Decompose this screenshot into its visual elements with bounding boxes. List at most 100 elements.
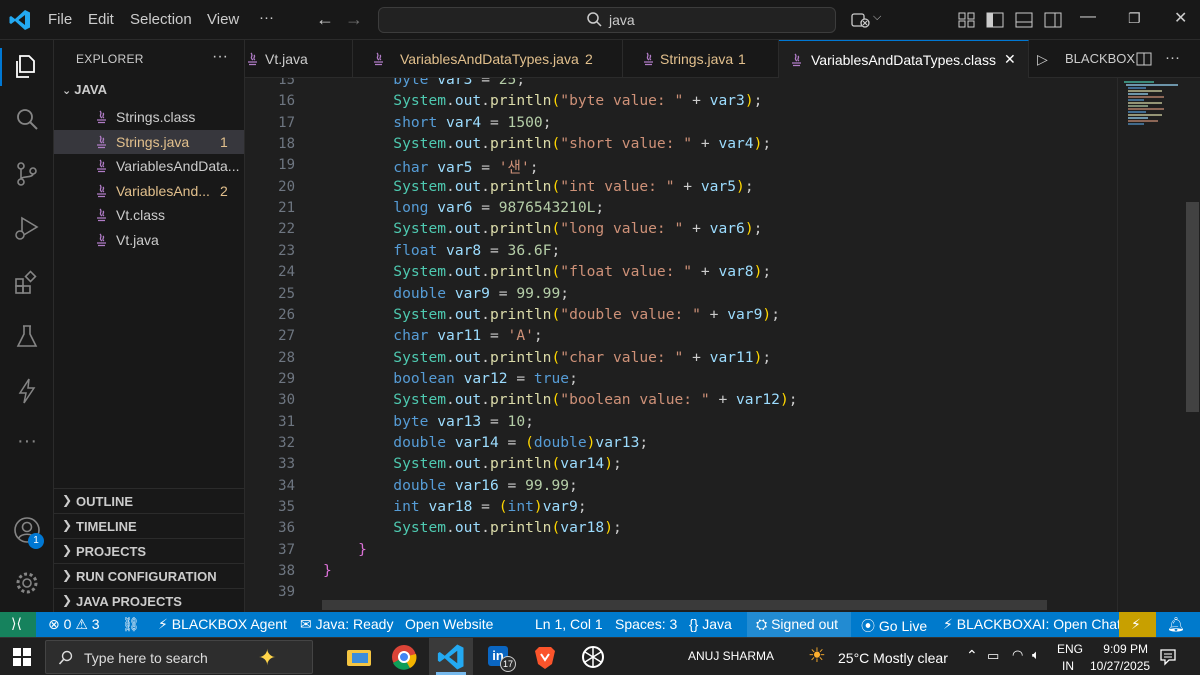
code-line[interactable]: System.out.println("short value: " + var…: [323, 135, 771, 152]
back-arrow-icon[interactable]: ←: [316, 9, 334, 30]
code-line[interactable]: double var14 = (double)var13;: [323, 434, 648, 451]
code-line[interactable]: System.out.println("boolean value: " + v…: [323, 391, 797, 408]
toggle-secondary-sidebar-icon[interactable]: [1043, 10, 1063, 30]
section-java-projects[interactable]: ❯ JAVA PROJECTS: [54, 588, 244, 612]
explorer-file-item[interactable]: Vt.class: [54, 203, 244, 227]
tab-close-icon[interactable]: ✕: [1004, 51, 1016, 68]
blackbox-chat-button[interactable]: ⚡ BLACKBOXAI: Open Chat: [943, 616, 1121, 633]
tab-strings-java[interactable]: Strings.java 1: [623, 40, 779, 78]
signed-out-status[interactable]: ⛭ Signed out: [756, 616, 838, 633]
code-line[interactable]: byte var3 = 25;: [323, 78, 525, 88]
code-line[interactable]: long var6 = 9876543210L;: [323, 199, 604, 216]
minimize-icon[interactable]: —: [1080, 8, 1096, 26]
source-control-icon[interactable]: [12, 159, 42, 189]
volume-icon[interactable]: 🔈︎: [1032, 647, 1040, 663]
indentation-status[interactable]: Spaces: 3: [615, 616, 677, 632]
command-center-search[interactable]: java: [378, 7, 836, 33]
code-line[interactable]: System.out.println(var14);: [323, 455, 622, 472]
menu-selection[interactable]: Selection: [130, 11, 192, 28]
code-line[interactable]: double var16 = 99.99;: [323, 477, 578, 494]
chrome-app-icon[interactable]: [389, 642, 419, 672]
chatgpt-app-icon[interactable]: [578, 642, 608, 672]
chevron-up-icon[interactable]: ⌃: [966, 647, 978, 664]
explorer-file-item[interactable]: Vt.java: [54, 228, 244, 252]
testing-flask-icon[interactable]: [12, 322, 42, 352]
code-line[interactable]: System.out.println("char value: " + var1…: [323, 349, 771, 366]
menu-more[interactable]: ···: [259, 9, 274, 26]
taskbar-user-name[interactable]: ANUJ SHARMA: [688, 649, 774, 663]
no-bolt-indicator[interactable]: ⚡: [1119, 612, 1156, 637]
run-play-icon[interactable]: ▷: [1037, 51, 1048, 68]
toggle-primary-sidebar-icon[interactable]: [985, 10, 1005, 30]
menu-view[interactable]: View: [207, 11, 239, 28]
clock[interactable]: 9:09 PM 10/27/2025: [1090, 642, 1150, 673]
notifications-bell-icon[interactable]: 🔔︎: [1167, 616, 1185, 633]
chevron-down-icon[interactable]: ⌵: [873, 11, 881, 24]
cursor-position[interactable]: Ln 1, Col 1: [535, 616, 603, 632]
go-live-button[interactable]: ⦿ Go Live: [861, 616, 927, 636]
taskbar-search[interactable]: Type here to search ✦: [45, 640, 313, 674]
customize-layout-icon[interactable]: [957, 10, 977, 30]
windows-start-icon[interactable]: [13, 648, 31, 666]
folder-java[interactable]: ⌄ JAVA: [62, 82, 107, 97]
code-line[interactable]: System.out.println("byte value: " + var3…: [323, 92, 762, 109]
more-views-icon[interactable]: ···: [12, 430, 42, 460]
code-line[interactable]: char var5 = '샌';: [323, 156, 538, 177]
problems-status[interactable]: ⊗ 0 ⚠ 3: [48, 616, 100, 633]
explorer-more-icon[interactable]: ···: [212, 48, 228, 66]
weather-text[interactable]: 25°C Mostly clear: [838, 650, 948, 666]
blackbox-bolt-icon[interactable]: [12, 376, 42, 406]
vertical-scrollbar-thumb[interactable]: [1186, 202, 1199, 412]
remote-indicator[interactable]: ⟩⟨: [0, 612, 36, 637]
tab-variablesanddatatypes-java[interactable]: VariablesAndDataTypes.java 2: [353, 40, 623, 78]
language-indicator[interactable]: ENG IN: [1057, 642, 1083, 673]
explorer-file-item[interactable]: Strings.java 1: [54, 129, 244, 154]
battery-icon[interactable]: ▭: [987, 648, 999, 664]
explorer-icon[interactable]: [12, 52, 42, 82]
blackbox-agent-status[interactable]: ⚡ BLACKBOX Agent: [158, 616, 287, 633]
code-line[interactable]: System.out.println(var18);: [323, 519, 622, 536]
vertical-scrollbar[interactable]: [1185, 78, 1200, 612]
menu-edit[interactable]: Edit: [88, 11, 114, 28]
section-run-configuration[interactable]: ❯ RUN CONFIGURATION: [54, 563, 244, 587]
explorer-file-item[interactable]: VariablesAnd... 2: [54, 179, 244, 203]
extensions-icon[interactable]: [12, 268, 42, 298]
copilot-icon[interactable]: [851, 10, 871, 30]
notification-center-icon[interactable]: [1159, 648, 1177, 666]
horizontal-scrollbar[interactable]: [322, 600, 1047, 610]
code-line[interactable]: int var18 = (int)var9;: [323, 498, 586, 515]
code-line[interactable]: short var4 = 1500;: [323, 114, 551, 131]
code-line[interactable]: float var8 = 36.6F;: [323, 242, 560, 259]
wifi-icon[interactable]: ◠: [1012, 647, 1023, 663]
minimap[interactable]: [1117, 78, 1185, 612]
section-timeline[interactable]: ❯ TIMELINE: [54, 513, 244, 537]
menu-file[interactable]: File: [48, 11, 72, 28]
search-view-icon[interactable]: [12, 105, 42, 135]
weather-icon[interactable]: ☀: [808, 643, 826, 668]
brave-app-icon[interactable]: [530, 642, 560, 672]
editor-more-icon[interactable]: ···: [1165, 49, 1180, 66]
code-line[interactable]: char var11 = 'A';: [323, 327, 542, 344]
split-editor-icon[interactable]: [1136, 51, 1152, 67]
language-mode[interactable]: {} Java: [689, 616, 732, 632]
settings-gear-icon[interactable]: [12, 568, 42, 598]
vscode-app-icon[interactable]: [436, 642, 466, 672]
restore-icon[interactable]: ❐: [1128, 10, 1141, 27]
explorer-file-item[interactable]: VariablesAndData...: [54, 154, 244, 178]
section-outline[interactable]: ❯ OUTLINE: [54, 488, 244, 512]
java-status[interactable]: ✉ Java: Ready: [300, 616, 393, 633]
code-line[interactable]: System.out.println("float value: " + var…: [323, 263, 771, 280]
tab-variablesanddatatypes-class[interactable]: VariablesAndDataTypes.class ✕: [779, 40, 1029, 78]
code-line[interactable]: }: [323, 562, 332, 579]
code-line[interactable]: System.out.println("double value: " + va…: [323, 306, 780, 323]
run-debug-icon[interactable]: [12, 213, 42, 243]
open-website-button[interactable]: Open Website: [405, 616, 493, 632]
forward-arrow-icon[interactable]: →: [345, 9, 363, 30]
vscode-logo-icon[interactable]: [8, 8, 32, 32]
code-line[interactable]: }: [323, 541, 367, 558]
blackbox-tab[interactable]: BLACKBOX: [1065, 51, 1135, 66]
code-line[interactable]: byte var13 = 10;: [323, 413, 534, 430]
linkedin-app-icon[interactable]: in 17: [486, 642, 516, 672]
close-window-icon[interactable]: ✕: [1174, 8, 1187, 28]
file-explorer-app-icon[interactable]: [344, 642, 374, 672]
